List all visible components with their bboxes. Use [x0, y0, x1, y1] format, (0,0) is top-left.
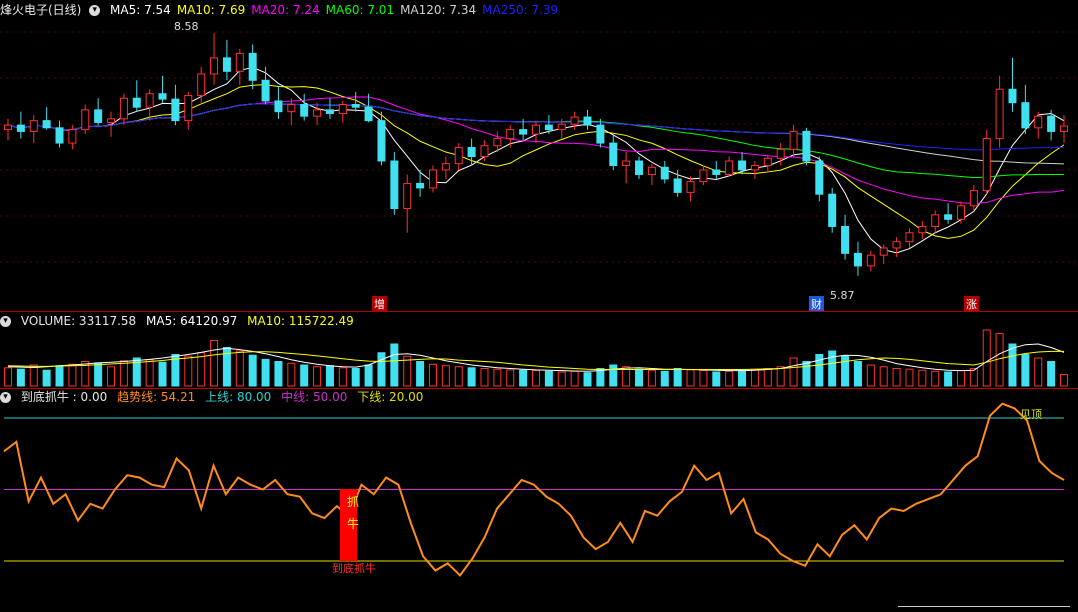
indicator-title: 到底抓牛 : 0.00	[20, 390, 108, 404]
ma-legend-item: MA5: 7.54	[110, 3, 171, 17]
buy-signal-char-2: 牛	[347, 517, 360, 531]
ma-legend: MA5: 7.54 MA10: 7.69 MA20: 7.24 MA60: 7.01 M…	[110, 3, 564, 17]
volume-toggle-button[interactable]: ▾	[0, 316, 11, 327]
volume-header: ▾ VOLUME: 33117.58 MA5: 64120.97 MA10: 1…	[0, 312, 360, 330]
toggle-indicator-button[interactable]: ▾	[89, 5, 101, 16]
stock-title[interactable]: 烽火电子(日线)	[0, 3, 81, 17]
volume-value: VOLUME: 33117.58	[20, 314, 137, 328]
indicator-chart[interactable]	[0, 0, 1078, 612]
buy-signal-char-1: 抓	[347, 495, 360, 509]
indicator-trend: 趋势线: 54.21	[117, 390, 196, 404]
bottom-signal-label: 到底抓牛	[332, 562, 376, 575]
ma-legend-item: MA120: 7.34	[400, 3, 477, 17]
indicator-lower: 下线: 20.00	[357, 390, 424, 404]
ma-legend-item: MA10: 7.69	[176, 3, 246, 17]
indicator-header: ▾ 到底抓牛 : 0.00 趋势线: 54.21 上线: 80.00 中线: 5…	[0, 388, 429, 406]
volume-ma10: MA10: 115722.49	[247, 314, 354, 328]
indicator-upper: 上线: 80.00	[205, 390, 272, 404]
ma-legend-item: MA250: 7.39	[482, 3, 559, 17]
price-header: 烽火电子(日线) ▾ MA5: 7.54 MA10: 7.69 MA20: 7.24…	[0, 1, 570, 19]
ma-legend-item: MA20: 7.24	[251, 3, 320, 17]
indicator-toggle-button[interactable]: ▾	[0, 392, 11, 403]
indicator-middle: 中线: 50.00	[281, 390, 348, 404]
volume-ma5: MA5: 64120.97	[146, 314, 238, 328]
scroll-indicator[interactable]	[898, 606, 1070, 607]
top-signal-label: 见顶	[1020, 408, 1042, 421]
ma-legend-item: MA60: 7.01	[325, 3, 395, 17]
